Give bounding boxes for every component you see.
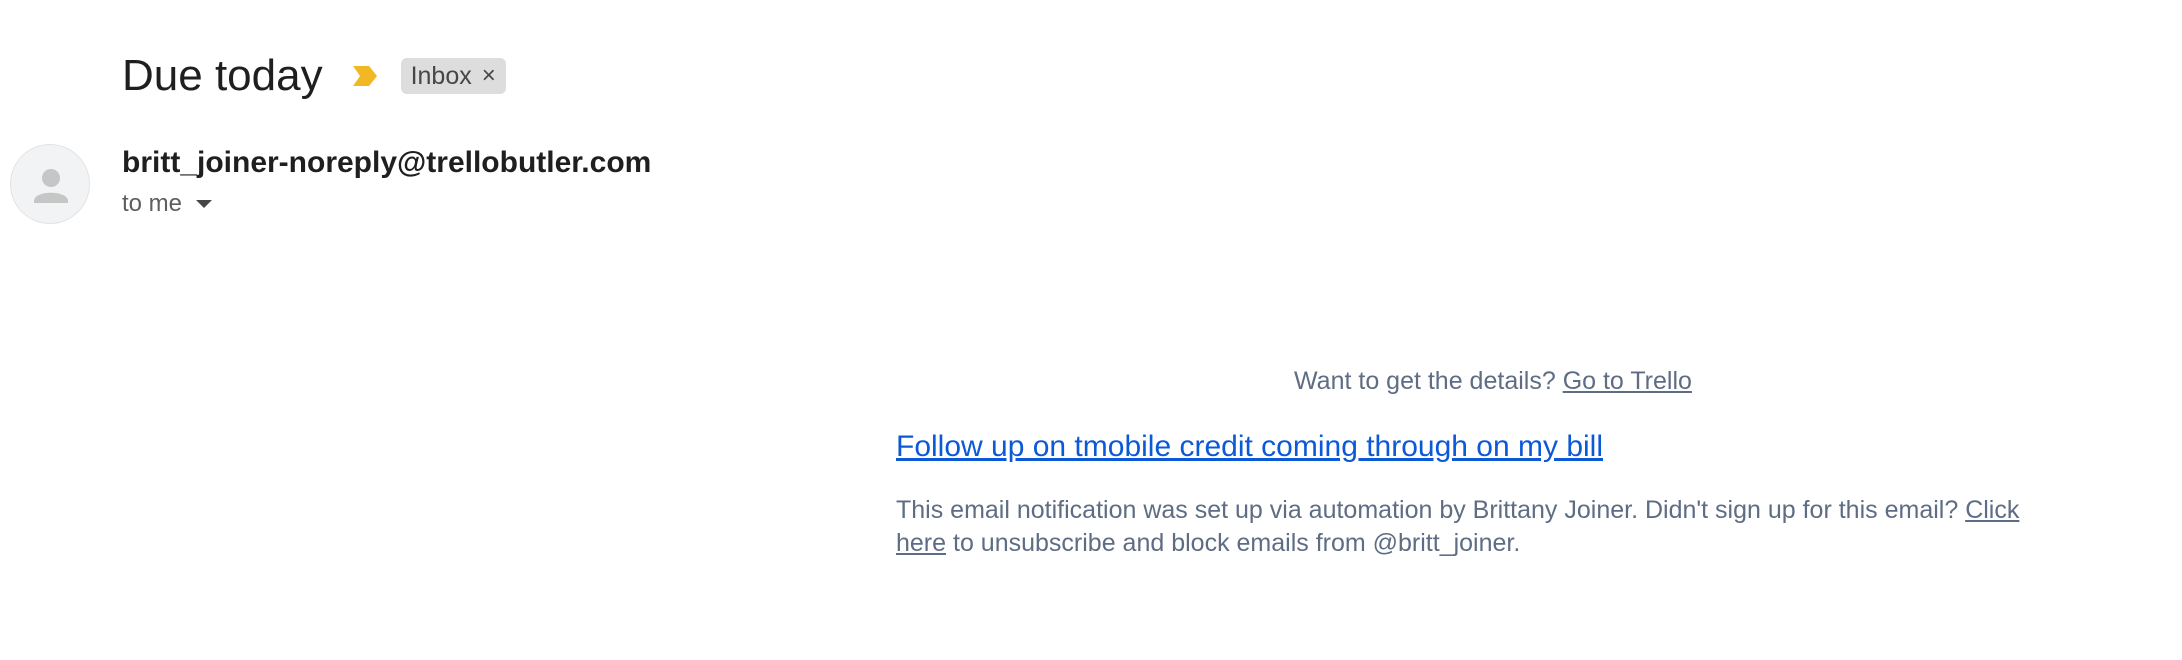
email-subject: Due today [122, 51, 323, 100]
recipient-label: to me [122, 190, 183, 217]
details-prompt: Want to get the details? Go to Trello [1294, 364, 1692, 398]
label-chip-text: Inbox [410, 61, 472, 90]
trello-card-link[interactable]: Follow up on tmobile credit coming throu… [896, 428, 1603, 466]
recipient-details-toggle[interactable]: to me [122, 188, 213, 220]
sender-email[interactable]: britt_joiner-noreply@trellobutler.com [122, 144, 651, 182]
automation-footer: This email notification was set up via a… [896, 494, 2076, 560]
label-chip-inbox: Inbox × [400, 58, 506, 94]
footer-suffix-text: to unsubscribe and block emails from @br… [953, 529, 1521, 557]
close-icon[interactable]: × [482, 64, 496, 88]
details-prompt-text: Want to get the details? [1294, 367, 1556, 395]
footer-prefix-text: This email notification was set up via a… [896, 496, 1959, 524]
default-avatar-icon[interactable] [10, 144, 90, 224]
caret-down-icon[interactable] [196, 200, 213, 208]
importance-marker-icon[interactable] [351, 64, 379, 88]
subject-row: Due today Inbox × [122, 44, 506, 108]
go-to-trello-link[interactable]: Go to Trello [1563, 367, 1692, 395]
